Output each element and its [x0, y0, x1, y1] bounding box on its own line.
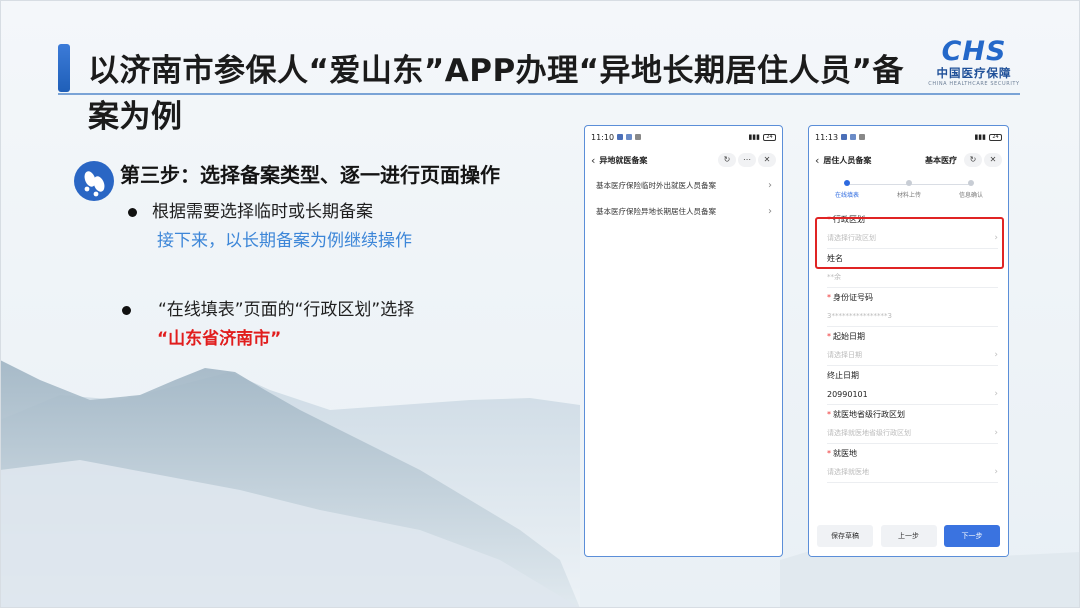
bullet-dot — [122, 306, 131, 315]
step-dot — [906, 180, 912, 186]
nav-bar: ‹ 异地就医备案 ↻ ⋯ ✕ — [585, 148, 782, 172]
app-notification-icon — [841, 134, 848, 140]
bullet-dot — [128, 208, 137, 217]
progress-steps: 在线填表 材料上传 信息确认 — [809, 178, 1008, 210]
chs-logo: CHS 中国医疗保障 CHINA HEALTHCARE SECURITY — [928, 38, 1020, 94]
field-end-date[interactable]: 终止日期 20990101 › — [809, 366, 1008, 405]
phone-screenshot-online-form: 11:13 ▮▮▮ 24 ‹ 居住人员备案 基本医疗 ↻ ✕ 在线填表 材料上传 — [808, 125, 1009, 557]
status-time: 11:13 — [815, 132, 839, 142]
required-mark: * — [827, 293, 831, 302]
nav-bar: ‹ 居住人员备案 基本医疗 ↻ ✕ — [809, 148, 1008, 172]
refresh-icon[interactable]: ↻ — [964, 153, 982, 167]
step-label: 材料上传 — [896, 192, 921, 199]
field-value: **余 — [827, 273, 841, 281]
step-info-confirm: 信息确认 — [941, 180, 1001, 199]
required-mark: * — [827, 410, 831, 419]
list-item-label: 基本医疗保险异地长期居住人员备案 — [596, 206, 716, 216]
field-id-number: * 身份证号码 3****************3 — [809, 288, 1008, 327]
app-notification-icon — [850, 134, 857, 140]
field-value: 请选择就医地省级行政区划 — [827, 429, 911, 437]
bullet-subtext-highlight: 接下来，以长期备案为例继续操作 — [157, 231, 412, 251]
chevron-right-icon: › — [994, 389, 998, 399]
field-label: 就医地省级行政区划 — [833, 410, 905, 419]
status-bar: 11:10 ▮▮▮ 24 — [585, 126, 782, 148]
list-item-temporary-filing[interactable]: 基本医疗保险临时外出就医人员备案 › — [585, 172, 782, 198]
step-online-form: 在线填表 — [817, 180, 877, 199]
status-bar: 11:13 ▮▮▮ 24 — [809, 126, 1008, 148]
phone-screenshot-filing-type: 11:10 ▮▮▮ 24 ‹ 异地就医备案 ↻ ⋯ ✕ 基本医疗保险临时外出就医… — [584, 125, 783, 557]
bullet-text: 根据需要选择临时或长期备案 — [152, 202, 373, 222]
logo-cn-text: 中国医疗保障 — [936, 66, 1012, 80]
chevron-right-icon: › — [768, 179, 772, 191]
step-material-upload: 材料上传 — [879, 180, 939, 199]
field-label: 就医地 — [833, 449, 857, 458]
step-dot — [968, 180, 974, 186]
app-notification-icon — [859, 134, 866, 140]
title-divider — [58, 93, 1020, 95]
app-notification-icon — [617, 134, 624, 140]
back-icon[interactable]: ‹ — [591, 154, 595, 167]
step-dot — [844, 180, 850, 186]
signal-icon: ▮▮▮ — [974, 133, 986, 141]
battery-icon: 24 — [763, 133, 776, 141]
battery-icon: 24 — [989, 133, 1002, 141]
field-medical-location[interactable]: * 就医地 请选择就医地 › — [809, 444, 1008, 483]
bullet-subtext-highlight: “山东省济南市” — [157, 329, 282, 349]
field-label: 起始日期 — [833, 332, 865, 341]
required-mark: * — [827, 449, 831, 458]
close-icon[interactable]: ✕ — [758, 153, 776, 167]
status-time: 11:10 — [591, 132, 615, 142]
step-label: 信息确认 — [958, 192, 983, 199]
highlight-box-admin-region — [815, 217, 1004, 269]
field-value: 请选择日期 — [827, 351, 862, 359]
nav-title: 居住人员备案 — [823, 155, 872, 165]
field-label: 终止日期 — [827, 371, 859, 380]
field-value: 3****************3 — [827, 312, 892, 320]
field-label: 身份证号码 — [833, 293, 873, 302]
app-notification-icon — [626, 134, 633, 140]
logo-en-text: CHINA HEALTHCARE SECURITY — [928, 81, 1020, 87]
chevron-right-icon: › — [994, 350, 998, 360]
footsteps-icon — [74, 161, 114, 201]
save-draft-button[interactable]: 保存草稿 — [817, 525, 873, 547]
refresh-icon[interactable]: ↻ — [718, 153, 736, 167]
field-value: 20990101 — [827, 390, 868, 399]
chevron-right-icon: › — [994, 467, 998, 477]
step-label: 在线填表 — [834, 192, 859, 199]
back-icon[interactable]: ‹ — [815, 154, 819, 167]
chevron-right-icon: › — [768, 205, 772, 217]
chevron-right-icon: › — [994, 428, 998, 438]
close-icon[interactable]: ✕ — [984, 153, 1002, 167]
form-action-bar: 保存草稿 上一步 下一步 — [809, 516, 1008, 556]
next-step-button[interactable]: 下一步 — [944, 525, 1000, 547]
bullet-text: “在线填表”页面的“行政区划”选择 — [158, 300, 415, 320]
list-item-label: 基本医疗保险临时外出就医人员备案 — [596, 180, 716, 190]
logo-mark: CHS — [941, 36, 1007, 67]
field-start-date[interactable]: * 起始日期 请选择日期 › — [809, 327, 1008, 366]
app-notification-icon — [635, 134, 642, 140]
nav-title: 异地就医备案 — [599, 155, 648, 165]
field-value: 请选择就医地 — [827, 468, 869, 476]
signal-icon: ▮▮▮ — [748, 133, 760, 141]
field-province-region[interactable]: * 就医地省级行政区划 请选择就医地省级行政区划 › — [809, 405, 1008, 444]
nav-title-right: 基本医疗 — [925, 155, 957, 165]
required-mark: * — [827, 332, 831, 341]
list-item-long-term-filing[interactable]: 基本医疗保险异地长期居住人员备案 › — [585, 198, 782, 224]
previous-step-button[interactable]: 上一步 — [880, 525, 937, 547]
more-icon[interactable]: ⋯ — [738, 153, 756, 167]
title-accent-bar — [58, 44, 70, 92]
step-title: 第三步：选择备案类型、逐一进行页面操作 — [120, 163, 500, 187]
